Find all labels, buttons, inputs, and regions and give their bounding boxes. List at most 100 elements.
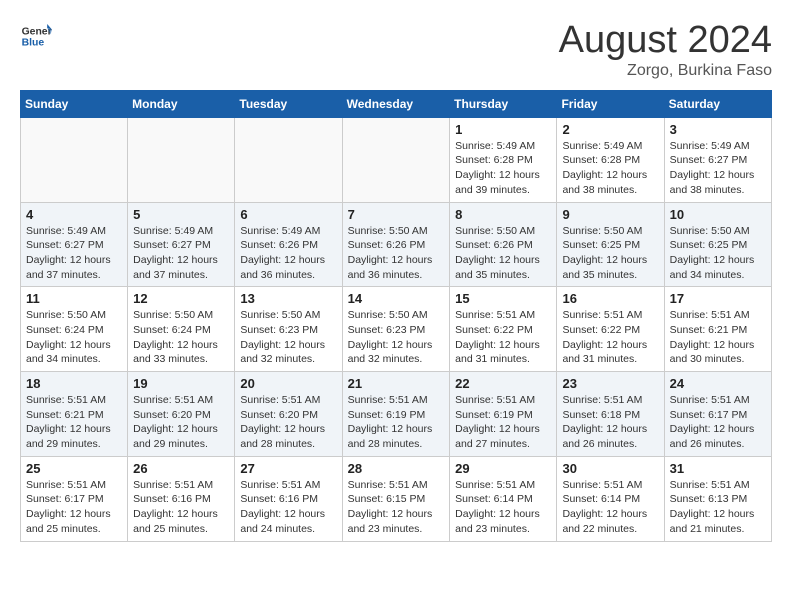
- table-row: 21Sunrise: 5:51 AM Sunset: 6:19 PM Dayli…: [342, 372, 450, 457]
- title-block: August 2024 Zorgo, Burkina Faso: [559, 20, 772, 80]
- day-number: 23: [562, 376, 658, 391]
- day-number: 19: [133, 376, 229, 391]
- table-row: 12 Sunrise: 5:50 AM Sunset: 6:24 PM Dayli…: [128, 287, 235, 372]
- day-number: 3: [670, 122, 766, 137]
- table-row: 2 Sunrise: 5:49 AM Sunset: 6:28 PM Daylig…: [557, 117, 664, 202]
- table-row: 28 Sunrise: 5:51 AM Sunset: 6:15 PM Dayli…: [342, 456, 450, 541]
- day-number: 22: [455, 376, 551, 391]
- table-row: 13Sunrise: 5:50 AM Sunset: 6:23 PM Dayli…: [235, 287, 342, 372]
- day-info: Sunrise: 5:51 AM Sunset: 6:20 PM Dayligh…: [240, 393, 336, 452]
- day-number: 17: [670, 291, 766, 306]
- day-info: Sunrise: 5:50 AM Sunset: 6:24 PM Dayligh…: [26, 308, 122, 367]
- day-info: Sunrise: 5:51 AM Sunset: 6:14 PM Dayligh…: [455, 478, 551, 537]
- day-info: Sunrise: 5:51 AM Sunset: 6:22 PM Dayligh…: [562, 308, 658, 367]
- table-row: 6 Sunrise: 5:49 AM Sunset: 6:26 PM Daylig…: [235, 202, 342, 287]
- table-row: [235, 117, 342, 202]
- day-number: 1: [455, 122, 551, 137]
- day-info: Sunrise: 5:51 AM Sunset: 6:17 PM Dayligh…: [670, 393, 766, 452]
- calendar-table: Sunday Monday Tuesday Wednesday Thursday…: [20, 90, 772, 542]
- header-saturday: Saturday: [664, 90, 771, 117]
- day-info: Sunrise: 5:51 AM Sunset: 6:17 PM Dayligh…: [26, 478, 122, 537]
- day-number: 2: [562, 122, 658, 137]
- day-number: 7: [348, 207, 445, 222]
- calendar-location: Zorgo, Burkina Faso: [559, 62, 772, 80]
- day-info: Sunrise: 5:49 AM Sunset: 6:27 PM Dayligh…: [26, 224, 122, 283]
- svg-text:Blue: Blue: [22, 38, 45, 49]
- table-row: 24Sunrise: 5:51 AM Sunset: 6:17 PM Dayli…: [664, 372, 771, 457]
- day-number: 31: [670, 461, 766, 476]
- day-info: Sunrise: 5:51 AM Sunset: 6:15 PM Dayligh…: [348, 478, 445, 537]
- table-row: 5Sunrise: 5:49 AM Sunset: 6:27 PM Daylig…: [128, 202, 235, 287]
- day-number: 21: [348, 376, 445, 391]
- day-info: Sunrise: 5:50 AM Sunset: 6:26 PM Dayligh…: [455, 224, 551, 283]
- calendar-week-row: 4Sunrise: 5:49 AM Sunset: 6:27 PM Daylig…: [21, 202, 772, 287]
- header-monday: Monday: [128, 90, 235, 117]
- day-info: Sunrise: 5:49 AM Sunset: 6:28 PM Dayligh…: [455, 139, 551, 198]
- day-info: Sunrise: 5:50 AM Sunset: 6:23 PM Dayligh…: [348, 308, 445, 367]
- day-number: 29: [455, 461, 551, 476]
- day-info: Sunrise: 5:49 AM Sunset: 6:28 PM Dayligh…: [562, 139, 658, 198]
- day-info: Sunrise: 5:49 AM Sunset: 6:26 PM Dayligh…: [240, 224, 336, 283]
- calendar-header-row: Sunday Monday Tuesday Wednesday Thursday…: [21, 90, 772, 117]
- calendar-title: August 2024: [559, 20, 772, 62]
- table-row: 3 Sunrise: 5:49 AM Sunset: 6:27 PM Daylig…: [664, 117, 771, 202]
- day-info: Sunrise: 5:51 AM Sunset: 6:19 PM Dayligh…: [455, 393, 551, 452]
- table-row: 22 Sunrise: 5:51 AM Sunset: 6:19 PM Dayli…: [450, 372, 557, 457]
- day-info: Sunrise: 5:51 AM Sunset: 6:18 PM Dayligh…: [562, 393, 658, 452]
- table-row: 20Sunrise: 5:51 AM Sunset: 6:20 PM Dayli…: [235, 372, 342, 457]
- day-number: 9: [562, 207, 658, 222]
- table-row: 19Sunrise: 5:51 AM Sunset: 6:20 PM Dayli…: [128, 372, 235, 457]
- day-info: Sunrise: 5:51 AM Sunset: 6:14 PM Dayligh…: [562, 478, 658, 537]
- table-row: 27 Sunrise: 5:51 AM Sunset: 6:16 PM Dayli…: [235, 456, 342, 541]
- day-number: 11: [26, 291, 122, 306]
- day-number: 18: [26, 376, 122, 391]
- day-info: Sunrise: 5:50 AM Sunset: 6:25 PM Dayligh…: [562, 224, 658, 283]
- logo: General Blue: [20, 20, 52, 52]
- day-number: 13: [240, 291, 336, 306]
- page-header: General Blue August 2024 Zorgo, Burkina …: [20, 20, 772, 80]
- table-row: 16 Sunrise: 5:51 AM Sunset: 6:22 PM Dayli…: [557, 287, 664, 372]
- table-row: 11 Sunrise: 5:50 AM Sunset: 6:24 PM Dayli…: [21, 287, 128, 372]
- day-number: 8: [455, 207, 551, 222]
- header-thursday: Thursday: [450, 90, 557, 117]
- day-number: 30: [562, 461, 658, 476]
- table-row: 9 Sunrise: 5:50 AM Sunset: 6:25 PM Daylig…: [557, 202, 664, 287]
- logo-icon: General Blue: [20, 20, 52, 52]
- table-row: 26Sunrise: 5:51 AM Sunset: 6:16 PM Dayli…: [128, 456, 235, 541]
- calendar-week-row: 18 Sunrise: 5:51 AM Sunset: 6:21 PM Dayli…: [21, 372, 772, 457]
- table-row: 4Sunrise: 5:49 AM Sunset: 6:27 PM Daylig…: [21, 202, 128, 287]
- day-number: 27: [240, 461, 336, 476]
- calendar-week-row: 25 Sunrise: 5:51 AM Sunset: 6:17 PM Dayli…: [21, 456, 772, 541]
- table-row: 29 Sunrise: 5:51 AM Sunset: 6:14 PM Dayli…: [450, 456, 557, 541]
- day-info: Sunrise: 5:51 AM Sunset: 6:21 PM Dayligh…: [670, 308, 766, 367]
- calendar-week-row: 1 Sunrise: 5:49 AM Sunset: 6:28 PM Daylig…: [21, 117, 772, 202]
- header-sunday: Sunday: [21, 90, 128, 117]
- day-info: Sunrise: 5:49 AM Sunset: 6:27 PM Dayligh…: [670, 139, 766, 198]
- day-info: Sunrise: 5:51 AM Sunset: 6:13 PM Dayligh…: [670, 478, 766, 537]
- day-number: 14: [348, 291, 445, 306]
- table-row: 31 Sunrise: 5:51 AM Sunset: 6:13 PM Dayli…: [664, 456, 771, 541]
- day-info: Sunrise: 5:50 AM Sunset: 6:24 PM Dayligh…: [133, 308, 229, 367]
- header-tuesday: Tuesday: [235, 90, 342, 117]
- day-number: 16: [562, 291, 658, 306]
- day-number: 28: [348, 461, 445, 476]
- day-number: 12: [133, 291, 229, 306]
- table-row: 15 Sunrise: 5:51 AM Sunset: 6:22 PM Dayli…: [450, 287, 557, 372]
- table-row: 14 Sunrise: 5:50 AM Sunset: 6:23 PM Dayli…: [342, 287, 450, 372]
- day-number: 6: [240, 207, 336, 222]
- table-row: 18 Sunrise: 5:51 AM Sunset: 6:21 PM Dayli…: [21, 372, 128, 457]
- day-number: 25: [26, 461, 122, 476]
- table-row: [342, 117, 450, 202]
- table-row: 1 Sunrise: 5:49 AM Sunset: 6:28 PM Daylig…: [450, 117, 557, 202]
- table-row: 23 Sunrise: 5:51 AM Sunset: 6:18 PM Dayli…: [557, 372, 664, 457]
- table-row: 8 Sunrise: 5:50 AM Sunset: 6:26 PM Daylig…: [450, 202, 557, 287]
- table-row: [21, 117, 128, 202]
- header-wednesday: Wednesday: [342, 90, 450, 117]
- day-number: 15: [455, 291, 551, 306]
- day-info: Sunrise: 5:49 AM Sunset: 6:27 PM Dayligh…: [133, 224, 229, 283]
- table-row: 30 Sunrise: 5:51 AM Sunset: 6:14 PM Dayli…: [557, 456, 664, 541]
- day-info: Sunrise: 5:51 AM Sunset: 6:16 PM Dayligh…: [240, 478, 336, 537]
- header-friday: Friday: [557, 90, 664, 117]
- day-info: Sunrise: 5:51 AM Sunset: 6:21 PM Dayligh…: [26, 393, 122, 452]
- day-info: Sunrise: 5:51 AM Sunset: 6:22 PM Dayligh…: [455, 308, 551, 367]
